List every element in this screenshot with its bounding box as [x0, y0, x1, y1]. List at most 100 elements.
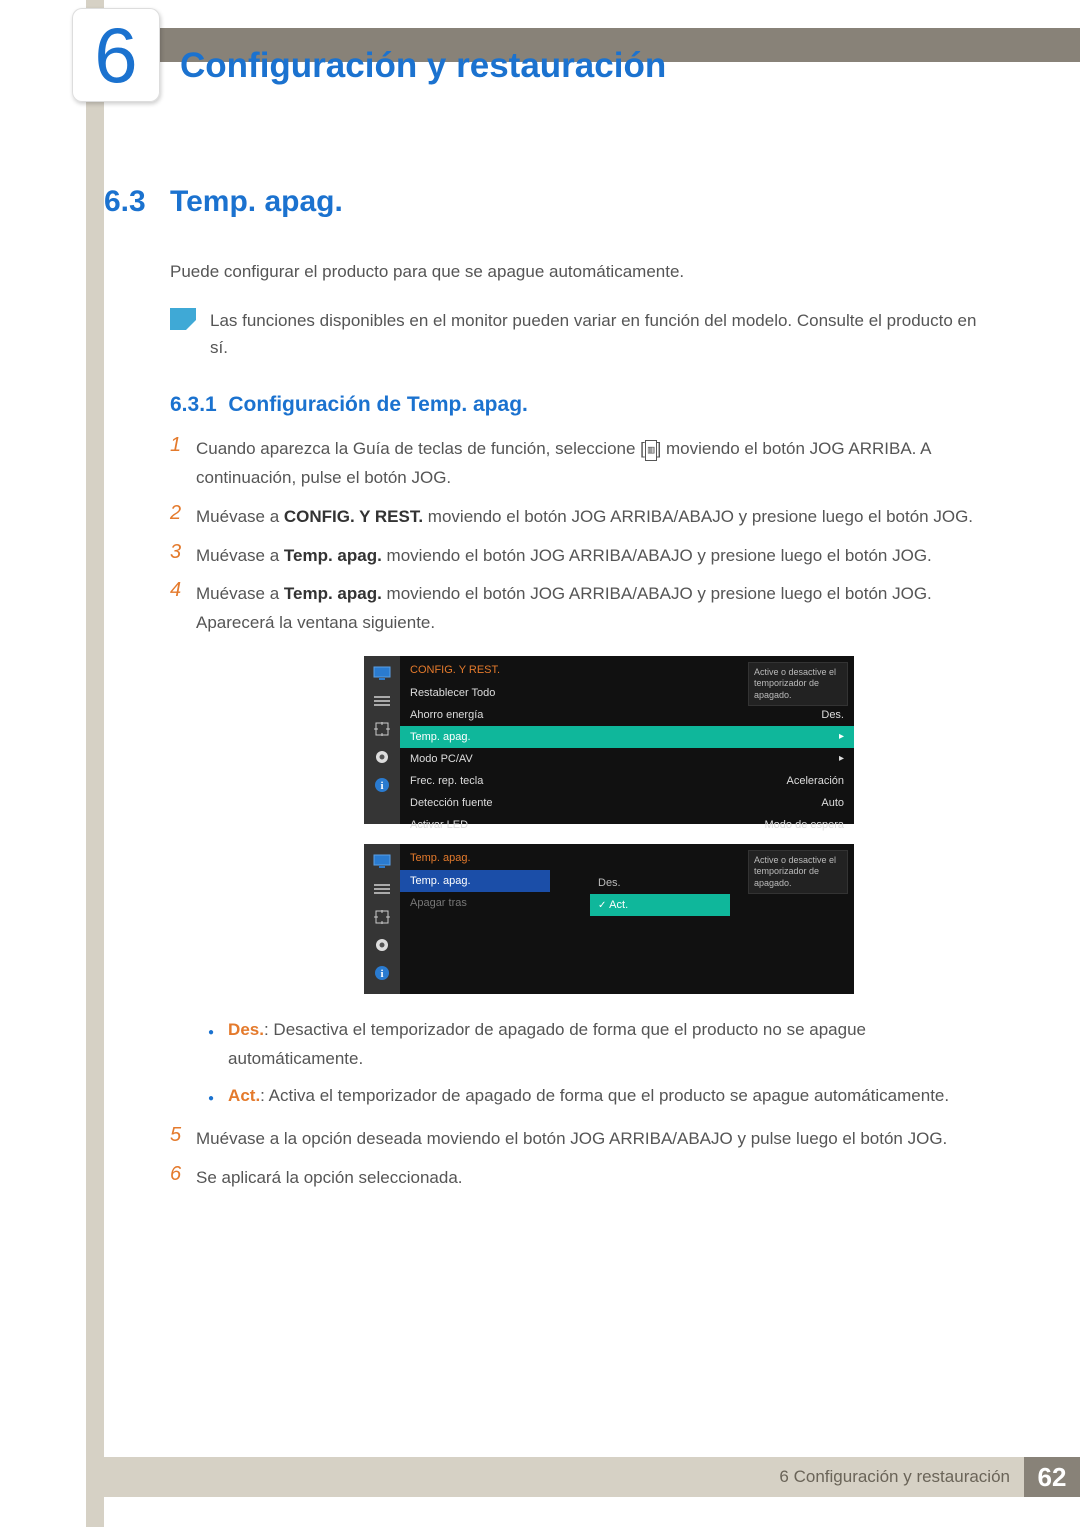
section-title: Temp. apag. — [170, 185, 343, 219]
bullet-icon: ● — [208, 1090, 214, 1111]
step-number: 5 — [170, 1124, 196, 1154]
note-block: Las funciones disponibles en el monitor … — [170, 307, 984, 361]
gear-icon — [373, 750, 391, 764]
v: ▸ — [839, 753, 844, 765]
osd-main: Temp. apag. Temp. apag. Apagar tras Des.… — [400, 844, 854, 994]
note-icon — [170, 308, 196, 330]
l: Modo PC/AV — [410, 753, 473, 765]
step-text: Muévase a Temp. apag. moviendo el botón … — [196, 542, 932, 571]
osd-row-pcav: Modo PC/AV ▸ — [400, 748, 854, 770]
chapter-badge: 6 — [72, 8, 160, 102]
step4-line2: Aparecerá la ventana siguiente. — [196, 613, 435, 632]
display-icon — [373, 854, 391, 868]
step-text: Muévase a Temp. apag. moviendo el botón … — [196, 580, 932, 638]
v: Auto — [821, 797, 844, 809]
left-margin-bar — [86, 0, 104, 1527]
step1-pre: Cuando aparezca la Guía de teclas de fun… — [196, 439, 645, 458]
page-footer: 6 Configuración y restauración 62 — [86, 1457, 1080, 1497]
list-icon — [373, 694, 391, 708]
osd-panel-1: i CONFIG. Y REST. Restablecer Todo Ahorr… — [364, 656, 854, 824]
t: moviendo el botón JOG ARRIBA/ABAJO y pre… — [423, 507, 973, 526]
step-number: 2 — [170, 502, 196, 532]
resize-icon — [373, 910, 391, 924]
option-descriptions: ● Des.: Desactiva el temporizador de apa… — [208, 1016, 984, 1111]
chapter-number: 6 — [94, 10, 137, 101]
t: moviendo el botón JOG ARRIBA/ABAJO y pre… — [382, 584, 932, 603]
config-rest-label: CONFIG. Y REST. — [284, 507, 423, 526]
osd-row-apagartras: Apagar tras — [400, 892, 550, 914]
osd-tooltip: Active o desactive el temporizador de ap… — [748, 662, 848, 706]
step-text: Cuando aparezca la Guía de teclas de fun… — [196, 435, 984, 493]
osd-row-energy: Ahorro energía Des. — [400, 704, 854, 726]
display-icon — [373, 666, 391, 680]
content-area: 6.3 Temp. apag. Puede configurar el prod… — [104, 185, 984, 1203]
step-number: 3 — [170, 541, 196, 571]
t: Muévase a — [196, 507, 284, 526]
t: Muévase a — [196, 546, 284, 565]
l: Frec. rep. tecla — [410, 775, 483, 787]
option-des: Des. — [590, 872, 730, 894]
osd-sidebar: i — [364, 656, 400, 824]
osd-tooltip: Active o desactive el temporizador de ap… — [748, 850, 848, 894]
l: Apagar tras — [410, 897, 467, 909]
des-label: Des. — [228, 1020, 264, 1039]
info-icon: i — [373, 966, 391, 980]
v: Aceleración — [787, 775, 844, 787]
svg-text:i: i — [380, 968, 383, 980]
step-4: 4 Muévase a Temp. apag. moviendo el botó… — [170, 580, 984, 638]
osd-group: i CONFIG. Y REST. Restablecer Todo Ahorr… — [364, 656, 984, 994]
section-number: 6.3 — [104, 185, 170, 219]
v: Modo de espera — [765, 819, 845, 831]
temp-apag-label: Temp. apag. — [284, 584, 382, 603]
step-3: 3 Muévase a Temp. apag. moviendo el botó… — [170, 542, 984, 571]
note-text: Las funciones disponibles en el monitor … — [210, 307, 984, 361]
l: Detección fuente — [410, 797, 493, 809]
temp-apag-label: Temp. apag. — [284, 546, 382, 565]
osd-row-tempapag: Temp. apag. — [400, 870, 550, 892]
osd-main: CONFIG. Y REST. Restablecer Todo Ahorro … — [400, 656, 854, 824]
step-6: 6 Se aplicará la opción seleccionada. — [170, 1164, 984, 1193]
subsection-heading: 6.3.1 Configuración de Temp. apag. — [170, 393, 984, 417]
step-2: 2 Muévase a CONFIG. Y REST. moviendo el … — [170, 503, 984, 532]
osd-options: Des. Act. — [590, 872, 730, 916]
list-icon — [373, 882, 391, 896]
menu-icon: ▥ — [645, 440, 657, 461]
act-label: Act. — [228, 1086, 260, 1105]
subsection-number: 6.3.1 — [170, 393, 217, 416]
v: ▸ — [839, 731, 844, 743]
l: Restablecer Todo — [410, 687, 495, 699]
des-text: : Desactiva el temporizador de apagado d… — [228, 1020, 866, 1068]
chapter-title: Configuración y restauración — [180, 46, 666, 86]
intro-paragraph: Puede configurar el producto para que se… — [170, 259, 984, 285]
t: Muévase a — [196, 584, 284, 603]
gear-icon — [373, 938, 391, 952]
step-number: 4 — [170, 579, 196, 638]
osd-row-detect: Detección fuente Auto — [400, 792, 854, 814]
step-text: Muévase a la opción deseada moviendo el … — [196, 1125, 947, 1154]
l: Ahorro energía — [410, 709, 483, 721]
footer-page-number: 62 — [1024, 1457, 1080, 1497]
svg-text:i: i — [380, 780, 383, 792]
t: moviendo el botón JOG ARRIBA/ABAJO y pre… — [382, 546, 932, 565]
osd-row-tempapag: Temp. apag. ▸ — [400, 726, 854, 748]
bullet-des: ● Des.: Desactiva el temporizador de apa… — [208, 1016, 984, 1074]
step-5: 5 Muévase a la opción deseada moviendo e… — [170, 1125, 984, 1154]
osd-row-frec: Frec. rep. tecla Aceleración — [400, 770, 854, 792]
v: Des. — [821, 709, 844, 721]
info-icon: i — [373, 778, 391, 792]
bullet-act: ● Act.: Activa el temporizador de apagad… — [208, 1082, 984, 1111]
l: Activar LED — [410, 819, 468, 831]
section-heading: 6.3 Temp. apag. — [104, 185, 984, 219]
footer-chapter: 6 Configuración y restauración — [779, 1467, 1010, 1487]
subsection-title: Configuración de Temp. apag. — [228, 393, 527, 416]
step-number: 1 — [170, 434, 196, 493]
osd-panel-2: i Temp. apag. Temp. apag. Apagar tras De… — [364, 844, 854, 994]
bullet-icon: ● — [208, 1024, 214, 1074]
osd-row-led: Activar LED Modo de espera — [400, 814, 854, 836]
option-act: Act. — [590, 894, 730, 916]
step-text: Muévase a CONFIG. Y REST. moviendo el bo… — [196, 503, 973, 532]
step-1: 1 Cuando aparezca la Guía de teclas de f… — [170, 435, 984, 493]
l: Temp. apag. — [410, 731, 471, 743]
step-number: 6 — [170, 1163, 196, 1193]
act-text: : Activa el temporizador de apagado de f… — [260, 1086, 949, 1105]
